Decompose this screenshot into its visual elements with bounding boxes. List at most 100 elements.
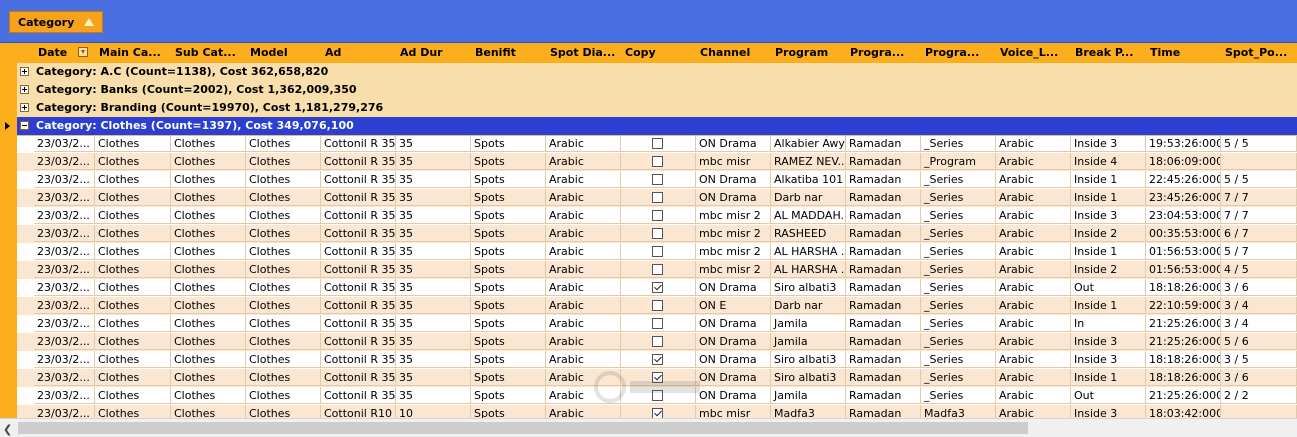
time-cell[interactable]: 18:18:26:000 bbox=[1146, 369, 1221, 386]
sub-category-cell[interactable]: Clothes bbox=[171, 297, 246, 314]
table-row[interactable]: 23/03/2... Clothes Clothes Clothes Cottonil … bbox=[17, 189, 1297, 207]
column-header[interactable]: Ad Dur bbox=[398, 43, 471, 63]
date-cell[interactable]: 23/03/2... bbox=[34, 405, 95, 418]
spot-dialect-cell[interactable]: Arabic bbox=[546, 225, 621, 242]
spot-dialect-cell[interactable]: Arabic bbox=[546, 261, 621, 278]
program-genre-cell[interactable]: _Series bbox=[921, 387, 996, 404]
channel-cell[interactable]: ON Drama bbox=[696, 135, 771, 152]
model-cell[interactable]: Clothes bbox=[246, 171, 321, 188]
program-cell[interactable]: Siro albati3 bbox=[771, 351, 846, 368]
voice-language-cell[interactable]: Arabic bbox=[996, 387, 1071, 404]
sub-category-cell[interactable]: Clothes bbox=[171, 351, 246, 368]
main-category-cell[interactable]: Clothes bbox=[95, 351, 171, 368]
program-type-cell[interactable]: Ramadan bbox=[846, 279, 921, 296]
model-cell[interactable]: Clothes bbox=[246, 279, 321, 296]
spot-position-cell[interactable] bbox=[1221, 153, 1297, 170]
minus-expander-icon[interactable] bbox=[20, 121, 29, 130]
copy-checkbox[interactable] bbox=[652, 336, 663, 347]
ad-duration-cell[interactable]: 35 bbox=[396, 153, 471, 170]
time-cell[interactable]: 00:35:53:000 bbox=[1146, 225, 1221, 242]
program-cell[interactable]: Alkabier Awy bbox=[771, 135, 846, 152]
program-genre-cell[interactable]: _Series bbox=[921, 279, 996, 296]
time-cell[interactable]: 23:45:26:000 bbox=[1146, 189, 1221, 206]
spot-position-cell[interactable]: 3 / 6 bbox=[1221, 279, 1297, 296]
copy-cell[interactable] bbox=[621, 243, 696, 260]
ad-duration-cell[interactable]: 35 bbox=[396, 333, 471, 350]
channel-cell[interactable]: ON Drama bbox=[696, 189, 771, 206]
column-header[interactable]: Benifit bbox=[473, 43, 546, 63]
ad-cell[interactable]: Cottonil R 35 bbox=[321, 297, 396, 314]
copy-checkbox[interactable] bbox=[652, 174, 663, 185]
copy-cell[interactable] bbox=[621, 225, 696, 242]
sub-category-cell[interactable]: Clothes bbox=[171, 405, 246, 418]
program-type-cell[interactable]: Ramadan bbox=[846, 225, 921, 242]
column-header[interactable]: Ad bbox=[323, 43, 396, 63]
column-header[interactable]: Progra... bbox=[923, 43, 996, 63]
voice-language-cell[interactable]: Arabic bbox=[996, 171, 1071, 188]
ad-cell[interactable]: Cottonil R 35 bbox=[321, 189, 396, 206]
program-genre-cell[interactable]: _Series bbox=[921, 369, 996, 386]
program-cell[interactable]: AL MADDAH... bbox=[771, 207, 846, 224]
column-header[interactable]: Spot Dia... bbox=[548, 43, 621, 63]
time-cell[interactable]: 01:56:53:000 bbox=[1146, 261, 1221, 278]
ad-cell[interactable]: Cottonil R 35 bbox=[321, 369, 396, 386]
copy-cell[interactable] bbox=[621, 315, 696, 332]
date-cell[interactable]: 23/03/2... bbox=[34, 153, 95, 170]
copy-checkbox[interactable] bbox=[652, 228, 663, 239]
sub-category-cell[interactable]: Clothes bbox=[171, 279, 246, 296]
voice-language-cell[interactable]: Arabic bbox=[996, 189, 1071, 206]
spot-position-cell[interactable]: 5 / 7 bbox=[1221, 243, 1297, 260]
ad-cell[interactable]: Cottonil R 35 bbox=[321, 243, 396, 260]
ad-duration-cell[interactable]: 35 bbox=[396, 297, 471, 314]
spot-dialect-cell[interactable]: Arabic bbox=[546, 171, 621, 188]
main-category-cell[interactable]: Clothes bbox=[95, 135, 171, 152]
program-cell[interactable]: RASHEED bbox=[771, 225, 846, 242]
time-cell[interactable]: 19:53:26:000 bbox=[1146, 135, 1221, 152]
copy-cell[interactable] bbox=[621, 261, 696, 278]
voice-language-cell[interactable]: Arabic bbox=[996, 351, 1071, 368]
model-cell[interactable]: Clothes bbox=[246, 351, 321, 368]
ad-duration-cell[interactable]: 35 bbox=[396, 387, 471, 404]
spot-position-cell[interactable]: 5 / 6 bbox=[1221, 333, 1297, 350]
ad-duration-cell[interactable]: 35 bbox=[396, 135, 471, 152]
ad-duration-cell[interactable]: 35 bbox=[396, 369, 471, 386]
voice-language-cell[interactable]: Arabic bbox=[996, 405, 1071, 418]
group-row[interactable]: Category: A.C (Count=1138), Cost 362,658… bbox=[17, 63, 1297, 82]
break-position-cell[interactable]: Inside 1 bbox=[1071, 171, 1146, 188]
copy-checkbox[interactable] bbox=[652, 210, 663, 221]
copy-cell[interactable] bbox=[621, 189, 696, 206]
benifit-cell[interactable]: Spots bbox=[471, 261, 546, 278]
time-cell[interactable]: 22:10:59:000 bbox=[1146, 297, 1221, 314]
table-row[interactable]: 23/03/2... Clothes Clothes Clothes Cottonil … bbox=[17, 297, 1297, 315]
spot-position-cell[interactable]: 3 / 4 bbox=[1221, 297, 1297, 314]
filter-icon[interactable] bbox=[78, 47, 88, 57]
column-header[interactable]: Progra... bbox=[848, 43, 921, 63]
model-cell[interactable]: Clothes bbox=[246, 153, 321, 170]
sub-category-cell[interactable]: Clothes bbox=[171, 387, 246, 404]
ad-cell[interactable]: Cottonil R 35 bbox=[321, 333, 396, 350]
spot-position-cell[interactable] bbox=[1221, 405, 1297, 418]
program-cell[interactable]: Madfa3 bbox=[771, 405, 846, 418]
program-cell[interactable]: RAMEZ NEV... bbox=[771, 153, 846, 170]
table-row[interactable]: 23/03/2... Clothes Clothes Clothes Cottonil … bbox=[17, 279, 1297, 297]
date-cell[interactable]: 23/03/2... bbox=[34, 189, 95, 206]
ad-cell[interactable]: Cottonil R 35 bbox=[321, 225, 396, 242]
main-category-cell[interactable]: Clothes bbox=[95, 315, 171, 332]
channel-cell[interactable]: ON Drama bbox=[696, 333, 771, 350]
sub-category-cell[interactable]: Clothes bbox=[171, 153, 246, 170]
voice-language-cell[interactable]: Arabic bbox=[996, 315, 1071, 332]
ad-duration-cell[interactable]: 35 bbox=[396, 279, 471, 296]
column-header[interactable]: Time bbox=[1148, 43, 1221, 63]
column-header[interactable]: Model bbox=[248, 43, 321, 63]
ad-cell[interactable]: Cottonil R 35 bbox=[321, 171, 396, 188]
program-genre-cell[interactable]: _Series bbox=[921, 189, 996, 206]
spot-position-cell[interactable]: 2 / 2 bbox=[1221, 387, 1297, 404]
program-type-cell[interactable]: Ramadan bbox=[846, 171, 921, 188]
program-genre-cell[interactable]: _Series bbox=[921, 207, 996, 224]
voice-language-cell[interactable]: Arabic bbox=[996, 243, 1071, 260]
copy-checkbox[interactable] bbox=[652, 156, 663, 167]
spot-dialect-cell[interactable]: Arabic bbox=[546, 279, 621, 296]
spot-position-cell[interactable]: 3 / 6 bbox=[1221, 369, 1297, 386]
ad-cell[interactable]: Cottonil R10 bbox=[321, 405, 396, 418]
date-cell[interactable]: 23/03/2... bbox=[34, 171, 95, 188]
